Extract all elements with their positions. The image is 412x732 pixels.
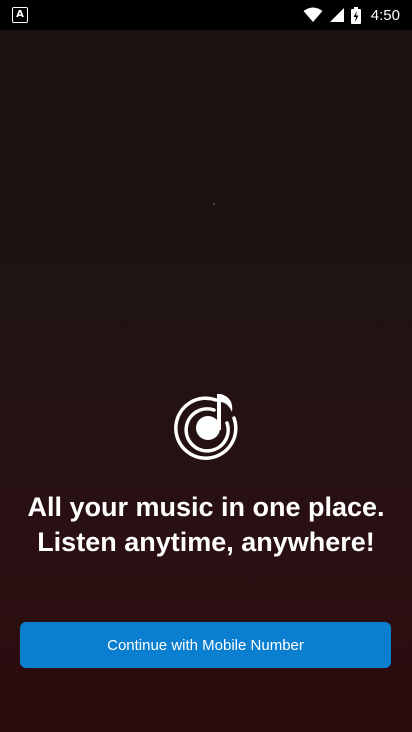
status-right: 4:50 xyxy=(303,6,400,24)
music-note-waves-icon xyxy=(174,394,238,460)
headline-line-2: Listen anytime, anywhere! xyxy=(37,527,375,557)
headline-line-1: All your music in one place. xyxy=(27,492,385,522)
app-notification-icon: A xyxy=(12,7,28,23)
wifi-icon xyxy=(303,7,323,22)
status-left: A xyxy=(12,7,28,23)
cell-signal-icon xyxy=(329,8,344,22)
decorative-dot xyxy=(213,203,215,205)
notification-glyph: A xyxy=(16,9,24,20)
status-clock: 4:50 xyxy=(370,6,400,24)
continue-with-mobile-number-button[interactable]: Continue with Mobile Number xyxy=(20,622,391,668)
battery-charging-icon xyxy=(350,6,361,24)
headline: All your music in one place. Listen anyt… xyxy=(0,490,412,560)
status-bar: A 4:50 xyxy=(0,0,412,30)
